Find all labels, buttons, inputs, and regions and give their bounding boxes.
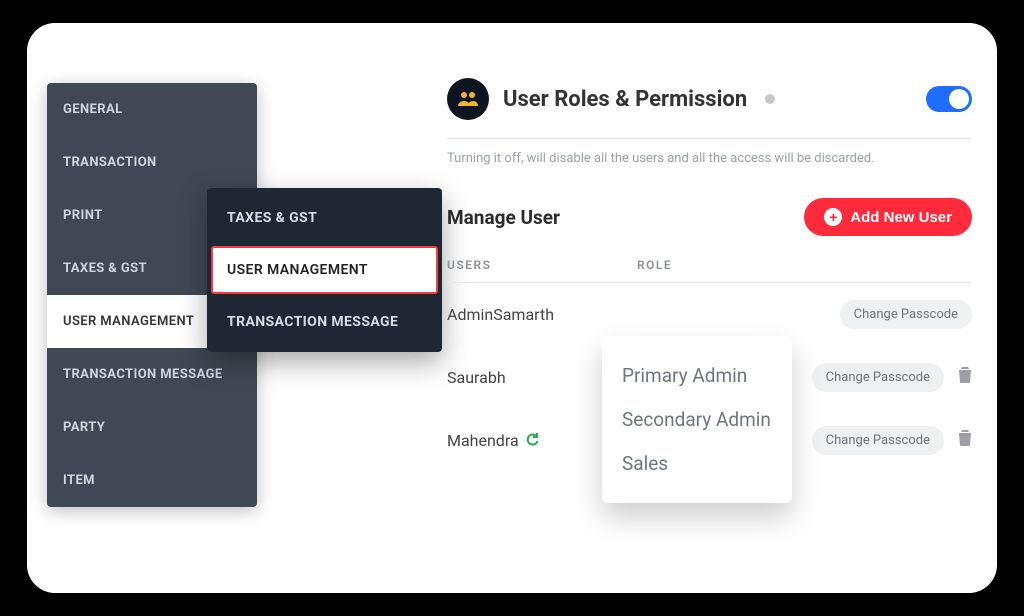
sidebar-item-transaction-message[interactable]: TRANSACTION MESSAGE bbox=[47, 348, 257, 401]
user-name: AdminSamarth bbox=[447, 305, 637, 324]
sidebar-item-item[interactable]: ITEM bbox=[47, 454, 257, 507]
settings-submenu: TAXES & GST USER MANAGEMENT TRANSACTION … bbox=[207, 188, 442, 352]
change-passcode-button[interactable]: Change Passcode bbox=[840, 300, 972, 329]
role-option-secondary-admin[interactable]: Secondary Admin bbox=[622, 398, 772, 442]
feature-description: Turning it off, will disable all the use… bbox=[447, 151, 972, 166]
role-option-primary-admin[interactable]: Primary Admin bbox=[622, 354, 772, 398]
sidebar-item-party[interactable]: PARTY bbox=[47, 401, 257, 454]
submenu-item-taxes-gst[interactable]: TAXES & GST bbox=[211, 192, 438, 244]
delete-icon[interactable] bbox=[958, 367, 972, 388]
column-users: USERS bbox=[447, 258, 637, 272]
divider bbox=[447, 138, 972, 139]
add-new-user-label: Add New User bbox=[850, 209, 952, 226]
feature-toggle[interactable] bbox=[926, 86, 972, 112]
plus-icon: + bbox=[824, 208, 842, 226]
delete-icon[interactable] bbox=[958, 430, 972, 451]
users-group-icon bbox=[447, 78, 489, 120]
column-role: ROLE bbox=[637, 258, 797, 272]
manage-user-header: Manage User + Add New User bbox=[447, 198, 972, 236]
role-option-sales[interactable]: Sales bbox=[622, 442, 772, 486]
user-table-header: USERS ROLE bbox=[447, 258, 972, 283]
page-title: User Roles & Permission bbox=[503, 87, 747, 112]
users-icon bbox=[457, 91, 479, 107]
submenu-item-user-management[interactable]: USER MANAGEMENT bbox=[211, 246, 438, 294]
manage-user-title: Manage User bbox=[447, 206, 560, 229]
role-dropdown: Primary Admin Secondary Admin Sales bbox=[602, 336, 792, 503]
submenu-item-transaction-message[interactable]: TRANSACTION MESSAGE bbox=[211, 296, 438, 348]
sync-icon[interactable] bbox=[525, 432, 539, 450]
sidebar-item-transaction[interactable]: TRANSACTION bbox=[47, 136, 257, 189]
app-frame: GENERAL TRANSACTION PRINT TAXES & GST US… bbox=[27, 23, 997, 593]
page-header: User Roles & Permission bbox=[447, 78, 972, 120]
add-new-user-button[interactable]: + Add New User bbox=[804, 198, 972, 236]
change-passcode-button[interactable]: Change Passcode bbox=[812, 363, 944, 392]
change-passcode-button[interactable]: Change Passcode bbox=[812, 426, 944, 455]
info-icon[interactable] bbox=[765, 94, 775, 104]
sidebar-item-general[interactable]: GENERAL bbox=[47, 83, 257, 136]
